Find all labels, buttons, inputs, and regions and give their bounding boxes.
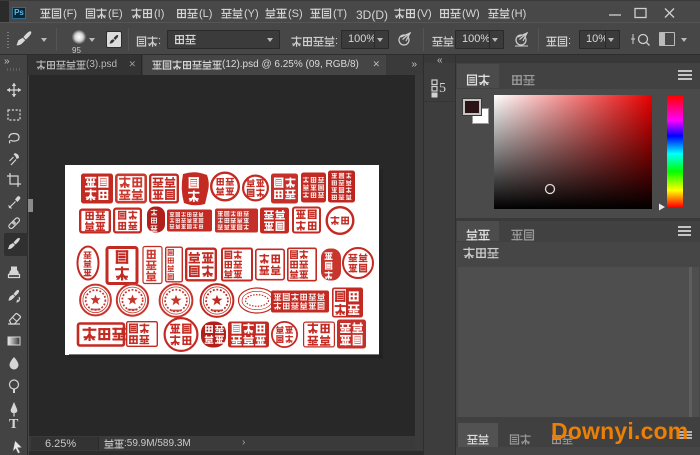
svg-text:5: 5	[439, 81, 446, 96]
